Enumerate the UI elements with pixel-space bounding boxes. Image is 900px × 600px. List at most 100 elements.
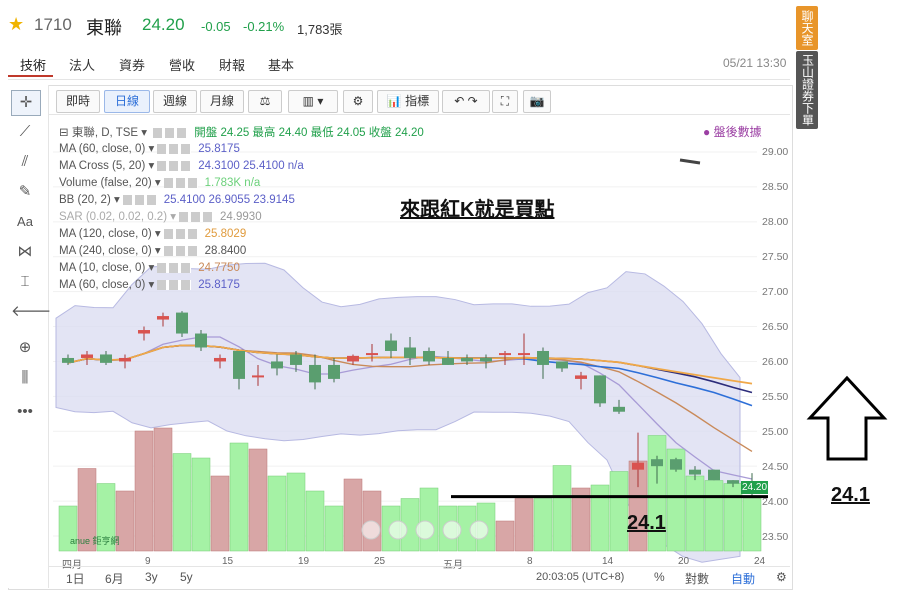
candle-body <box>81 354 93 358</box>
scale-settings-icon[interactable]: ⚙ <box>776 570 787 584</box>
legend-ma-cross[interactable]: MA Cross (5, 20) ▾ 24.3100 25.4100 n/a <box>59 158 304 172</box>
y-tick: 25.00 <box>762 426 789 438</box>
candle-body <box>404 347 416 358</box>
anue-logo: anue 鉅亨網 <box>70 536 120 546</box>
auto-scale-button[interactable]: 自動 <box>731 570 755 587</box>
candle-body <box>195 333 207 348</box>
legend-ma10[interactable]: MA (10, close, 0) ▾ 24.7750 <box>59 260 240 274</box>
volume-bar <box>229 442 249 552</box>
candle-body <box>138 330 150 334</box>
y-tick: 29.00 <box>762 146 789 158</box>
legend-value: 24.9930 <box>220 211 262 223</box>
legend-label: Volume (false, 20) <box>59 177 152 189</box>
legend-value: 25.8175 <box>198 279 240 291</box>
zoom-control-button <box>388 520 408 540</box>
legend-label: BB (20, 2) <box>59 194 111 206</box>
candle-body <box>100 354 112 363</box>
legend-ma60b[interactable]: MA (60, close, 0) ▾ 25.8175 <box>59 277 240 291</box>
candle-body <box>556 361 568 369</box>
volume-bar <box>495 520 515 552</box>
candle-body <box>727 480 739 484</box>
legend-value: 25.8175 <box>198 143 240 155</box>
range-1d-button[interactable]: 1日 <box>66 570 85 587</box>
volume-bar <box>552 465 572 552</box>
candle-body <box>366 353 378 356</box>
range-3y-button[interactable]: 3y <box>145 570 158 584</box>
legend-label: MA (120, close, 0) <box>59 228 152 240</box>
candle-body <box>518 353 530 356</box>
legend-ma240[interactable]: MA (240, close, 0) ▾ 28.8400 <box>59 243 246 257</box>
clock-display: 20:03:05 (UTC+8) <box>536 571 625 583</box>
legend-volume[interactable]: Volume (false, 20) ▾ 1.783K n/a <box>59 175 260 189</box>
legend-value: 24.7750 <box>198 262 240 274</box>
candle-body <box>347 355 359 362</box>
volume-bar <box>191 457 211 552</box>
candle-body <box>290 354 302 365</box>
legend-main-series: ⊟ 東聯, D, TSE ▾ 開盤 24.25 最高 24.40 最低 24.0… <box>59 127 424 139</box>
candle-body <box>708 469 720 481</box>
candle-body <box>252 375 264 378</box>
bottom-range-bar <box>49 566 790 587</box>
legend-symbol: 東聯, D, TSE <box>71 127 139 139</box>
y-tick: 25.50 <box>762 391 789 403</box>
volume-bar <box>685 475 705 552</box>
after-hours-data-link[interactable]: ● 盤後數據 <box>703 123 762 140</box>
volume-bar <box>742 498 762 552</box>
log-scale-button[interactable]: 對數 <box>685 570 709 587</box>
legend-ohlc: 開盤 24.25 最高 24.40 最低 24.05 收盤 24.20 <box>194 127 424 139</box>
zoom-control-button <box>361 520 381 540</box>
zoom-control-button <box>415 520 435 540</box>
y-tick: 24.00 <box>762 496 789 508</box>
volume-bar <box>419 487 439 552</box>
range-6m-button[interactable]: 6月 <box>105 570 124 587</box>
candle-body <box>176 312 188 334</box>
y-tick: 26.50 <box>762 321 789 333</box>
legend-label: MA (240, close, 0) <box>59 245 152 257</box>
legend-sar[interactable]: SAR (0.02, 0.02, 0.2) ▾ 24.9930 <box>59 209 262 223</box>
volume-bar <box>305 490 325 552</box>
candle-body <box>575 375 587 379</box>
current-price-badge: 24.20 <box>741 481 768 494</box>
legend-label: SAR (0.02, 0.02, 0.2) <box>59 211 168 223</box>
volume-bar <box>248 448 268 552</box>
legend-label: MA (10, close, 0) <box>59 262 146 274</box>
buy-point-annotation: 來跟紅K就是買點 <box>400 199 555 221</box>
candle-body <box>670 459 682 470</box>
percent-scale-button[interactable]: % <box>654 570 665 584</box>
candle-body <box>62 357 74 363</box>
legend-label: MA Cross (5, 20) <box>59 160 146 172</box>
candle-body <box>119 357 131 362</box>
candle-body <box>271 361 283 369</box>
zoom-control-button <box>469 520 489 540</box>
zoom-control-button <box>442 520 462 540</box>
y-tick: 26.00 <box>762 356 789 368</box>
volume-bar <box>343 478 363 552</box>
volume-bar <box>153 427 173 552</box>
volume-bar <box>324 505 344 552</box>
legend-ma60[interactable]: MA (60, close, 0) ▾ 25.8175 <box>59 141 240 155</box>
volume-bar <box>704 480 724 552</box>
candle-body <box>461 357 473 362</box>
price-chart[interactable] <box>0 0 900 600</box>
y-tick: 28.00 <box>762 216 789 228</box>
candle-body <box>328 364 340 379</box>
legend-value: 28.8400 <box>204 245 247 257</box>
support-level-label-right: 24.1 <box>831 484 870 506</box>
legend-ma120[interactable]: MA (120, close, 0) ▾ 25.8029 <box>59 226 246 240</box>
volume-bar <box>514 498 534 552</box>
volume-bar <box>533 498 553 552</box>
range-5y-button[interactable]: 5y <box>180 570 193 584</box>
up-arrow-icon <box>806 375 888 461</box>
legend-bb[interactable]: BB (20, 2) ▾ 25.4100 26.9055 23.9145 <box>59 192 295 206</box>
legend-label: MA (60, close, 0) <box>59 143 146 155</box>
legend-value: 1.783K n/a <box>204 177 261 189</box>
legend-value: 24.3100 25.4100 n/a <box>198 160 304 172</box>
volume-bar <box>590 484 610 552</box>
candle-body <box>442 357 454 365</box>
candle-body <box>480 357 492 362</box>
volume-bar <box>286 472 306 552</box>
candle-body <box>632 462 644 470</box>
candle-body <box>233 350 245 379</box>
drawn-dash-mark <box>679 158 701 165</box>
legend-label: MA (60, close, 0) <box>59 279 146 291</box>
